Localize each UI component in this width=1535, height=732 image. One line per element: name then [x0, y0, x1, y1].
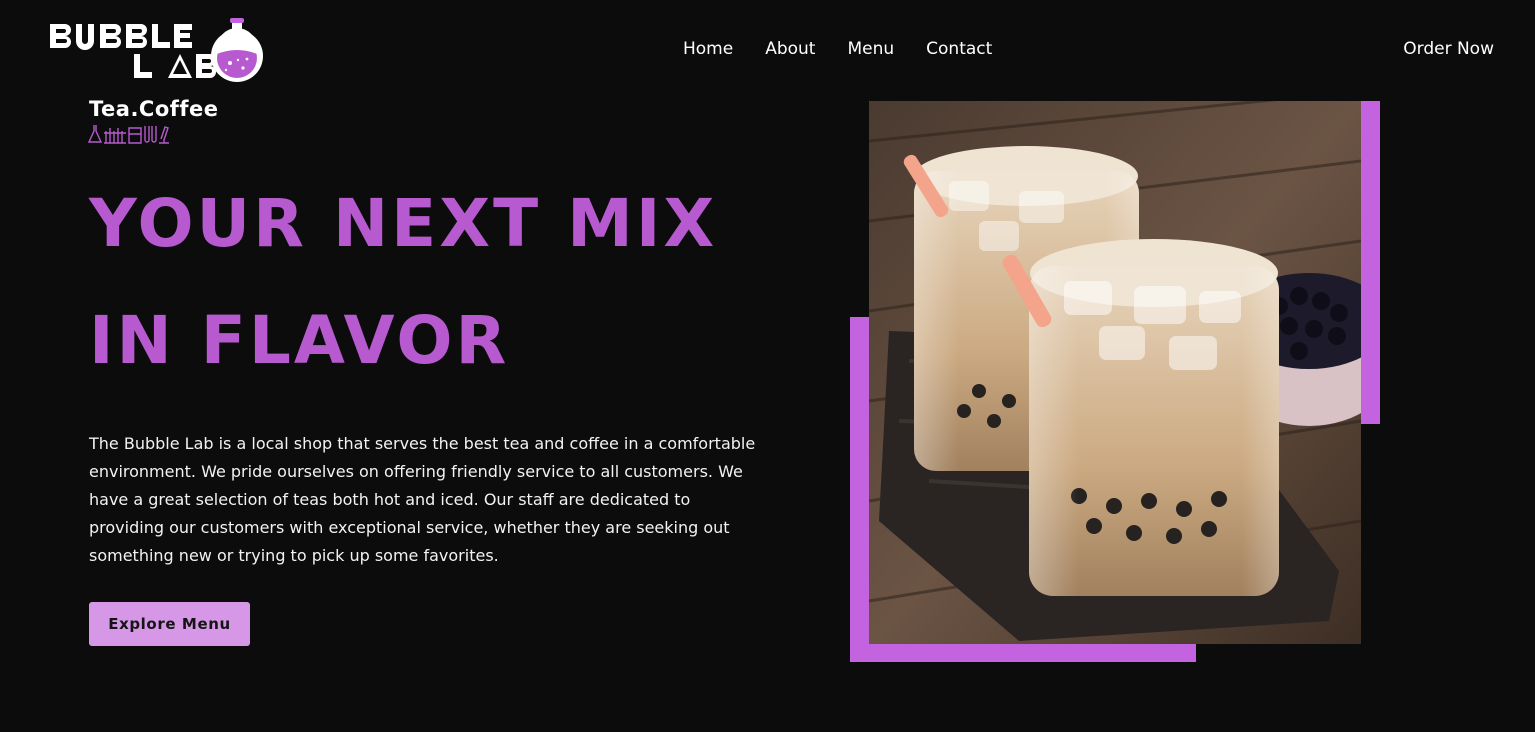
- headline-line-2: IN FLAVOR: [89, 302, 510, 379]
- nav-item-about[interactable]: About: [765, 37, 815, 61]
- lab-equipment-icon: [88, 125, 169, 144]
- explore-menu-button[interactable]: Explore Menu: [89, 602, 250, 646]
- nav-item-menu[interactable]: Menu: [847, 37, 894, 61]
- landing-page: Home About Menu Contact Order Now Tea.Co…: [0, 0, 1535, 732]
- image-frame-right: [1360, 101, 1380, 424]
- nav-item-contact[interactable]: Contact: [926, 37, 992, 61]
- main-nav: Home About Menu Contact: [683, 37, 992, 61]
- order-now-link[interactable]: Order Now: [1403, 37, 1494, 61]
- nav-item-home[interactable]: Home: [683, 37, 733, 61]
- hero-description: The Bubble Lab is a local shop that serv…: [89, 434, 756, 565]
- tagline: Tea.Coffee: [89, 97, 219, 121]
- brand-logo[interactable]: [48, 16, 264, 82]
- image-frame-bottom: [850, 643, 1196, 662]
- bubble-tea-photo: [869, 101, 1361, 644]
- logo-graphic: [50, 18, 263, 82]
- headline-line-1: YOUR NEXT MIX: [89, 185, 718, 262]
- image-frame-left: [850, 317, 870, 662]
